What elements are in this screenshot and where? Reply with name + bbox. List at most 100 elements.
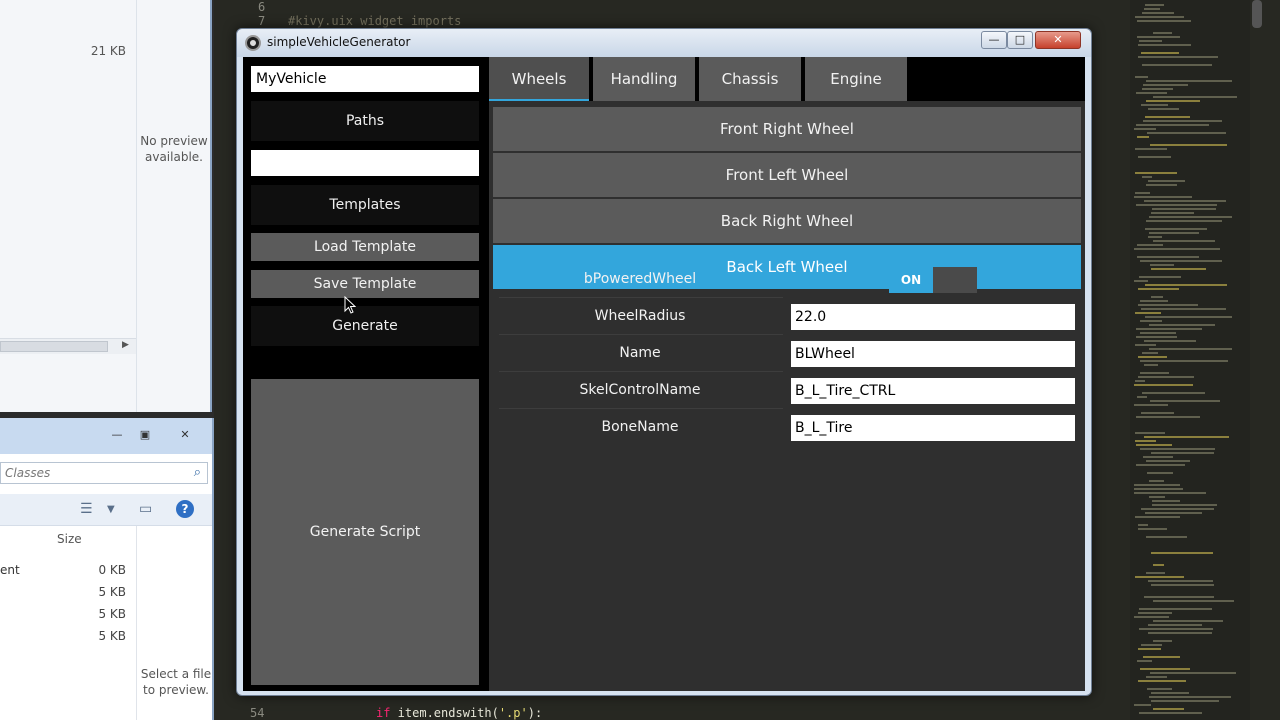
app-logo-icon xyxy=(245,35,261,51)
name-input[interactable] xyxy=(791,341,1075,367)
templates-button[interactable]: Templates xyxy=(251,185,479,225)
minimap-line xyxy=(1134,128,1156,130)
minimap-line xyxy=(1143,84,1188,86)
size-column-header[interactable]: Size xyxy=(57,532,82,546)
minimap-line xyxy=(1138,288,1179,290)
minimap-line xyxy=(1149,496,1165,498)
minimap-line xyxy=(1145,284,1227,286)
minimap-line xyxy=(1139,40,1162,42)
minimap-line xyxy=(1136,328,1202,330)
minimap-line xyxy=(1141,52,1179,54)
minimap-line xyxy=(1147,472,1173,474)
minimap-line xyxy=(1149,348,1232,350)
load-template-button[interactable]: Load Template xyxy=(251,233,479,261)
tab-chassis[interactable]: Chassis xyxy=(699,57,801,101)
code-minimap[interactable] xyxy=(1130,0,1250,720)
minimap-line xyxy=(1142,88,1173,90)
minimap-line xyxy=(1146,536,1187,538)
minimap-line xyxy=(1148,236,1162,238)
minimap-line xyxy=(1143,656,1180,658)
minimap-line xyxy=(1136,416,1200,418)
tab-engine[interactable]: Engine xyxy=(805,57,907,101)
minimap-line xyxy=(1145,316,1232,318)
powered-wheel-label: bPoweredWheel xyxy=(583,271,697,287)
minimap-line xyxy=(1152,504,1217,506)
minimap-line xyxy=(1137,20,1191,22)
minimap-line xyxy=(1150,264,1174,266)
line-number: 7 xyxy=(258,14,266,28)
minimap-line xyxy=(1146,80,1232,82)
minimap-line xyxy=(1150,672,1236,674)
preview-pane-icon[interactable]: ▭ xyxy=(139,501,152,517)
minimap-line xyxy=(1142,12,1174,14)
bone-name-input[interactable] xyxy=(791,415,1075,441)
chevron-down-icon[interactable]: ▼ xyxy=(107,504,115,515)
search-placeholder: Classes xyxy=(5,466,51,480)
search-icon[interactable]: ⌕ xyxy=(194,465,201,480)
vehicle-name-input[interactable] xyxy=(251,66,479,92)
minimap-line xyxy=(1134,484,1180,486)
close-icon[interactable]: ✕ xyxy=(174,428,196,442)
minimap-line xyxy=(1153,640,1172,642)
generate-script-button[interactable]: Generate Script xyxy=(251,379,479,685)
minimap-line xyxy=(1136,92,1167,94)
minimap-line xyxy=(1138,156,1171,158)
minimap-line xyxy=(1141,104,1168,106)
minimize-button[interactable]: — xyxy=(981,31,1007,49)
front-left-wheel-button[interactable]: Front Left Wheel xyxy=(493,153,1081,197)
scrollbar-thumb[interactable] xyxy=(0,341,108,352)
maximize-icon[interactable]: ▣ xyxy=(134,428,156,442)
wheel-radius-input[interactable] xyxy=(791,304,1075,330)
minimap-line xyxy=(1145,4,1164,6)
minimap-line xyxy=(1136,444,1172,446)
minimap-line xyxy=(1140,448,1215,450)
minimap-line xyxy=(1148,580,1213,582)
minimap-line xyxy=(1145,116,1190,118)
maximize-button[interactable]: □ xyxy=(1007,31,1033,49)
minimap-line xyxy=(1138,376,1194,378)
minimap-line xyxy=(1146,572,1165,574)
help-icon[interactable]: ? xyxy=(176,500,194,518)
app-titlebar[interactable]: simpleVehicleGenerator — □ ✕ xyxy=(237,29,1091,57)
minimap-line xyxy=(1146,460,1190,462)
minimap-line xyxy=(1149,232,1199,234)
minimap-line xyxy=(1144,8,1160,10)
path-input[interactable] xyxy=(251,150,479,176)
minimap-line xyxy=(1136,336,1177,338)
minimap-line xyxy=(1135,344,1156,346)
code-line: #kivy.uix widget imports xyxy=(288,14,462,28)
minimap-line xyxy=(1153,32,1172,34)
minimap-line xyxy=(1139,628,1213,630)
switch-knob[interactable] xyxy=(933,267,977,293)
editor-scrollbar-thumb[interactable] xyxy=(1252,0,1262,28)
file-row-size: 5 KB xyxy=(98,607,126,621)
tab-wheels[interactable]: Wheels xyxy=(489,57,589,101)
generate-button[interactable]: Generate xyxy=(251,306,479,346)
paths-button[interactable]: Paths xyxy=(251,101,479,141)
file-row-name[interactable]: ent xyxy=(0,563,20,577)
minimap-line xyxy=(1142,392,1205,394)
minimap-line xyxy=(1145,512,1202,514)
powered-wheel-switch[interactable]: ON xyxy=(889,267,977,293)
minimap-line xyxy=(1138,56,1218,58)
minimap-line xyxy=(1135,516,1180,518)
front-right-wheel-button[interactable]: Front Right Wheel xyxy=(493,107,1081,151)
minimap-line xyxy=(1153,708,1184,710)
minimap-line xyxy=(1148,624,1202,626)
minimap-line xyxy=(1137,256,1199,258)
minimize-icon[interactable]: — xyxy=(106,428,128,442)
horizontal-scrollbar[interactable]: ▶ xyxy=(0,338,136,354)
explorer-search-box[interactable]: Classes ⌕ xyxy=(0,462,208,484)
minimap-line xyxy=(1138,680,1186,682)
scroll-right-arrow-icon[interactable]: ▶ xyxy=(122,340,129,350)
minimap-line xyxy=(1138,356,1167,358)
back-right-wheel-button[interactable]: Back Right Wheel xyxy=(493,199,1081,243)
minimap-line xyxy=(1146,100,1200,102)
minimap-line xyxy=(1153,620,1223,622)
view-options-icon[interactable]: ☰ xyxy=(80,501,93,517)
skel-control-name-input[interactable] xyxy=(791,378,1075,404)
save-template-button[interactable]: Save Template xyxy=(251,270,479,298)
close-button[interactable]: ✕ xyxy=(1035,31,1081,49)
tab-handling[interactable]: Handling xyxy=(593,57,695,101)
minimap-line xyxy=(1134,404,1168,406)
